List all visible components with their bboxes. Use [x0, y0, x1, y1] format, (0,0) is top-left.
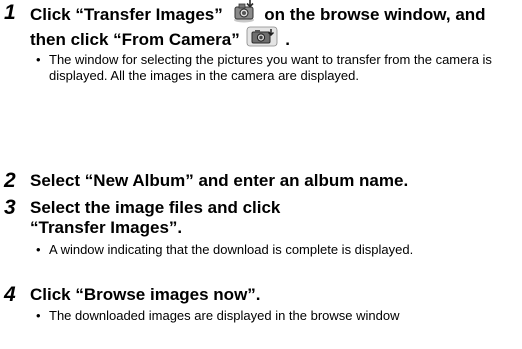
step-heading: Select “New Album” and enter an album na…	[30, 171, 409, 190]
step-bullet: • The window for selecting the pictures …	[36, 52, 516, 84]
bullet-marker: •	[36, 242, 41, 257]
bullet-text: A window indicating that the download is…	[49, 242, 414, 257]
step-heading: Click “Browse images now”.	[30, 285, 261, 304]
step-heading-end: .	[285, 29, 290, 49]
step-number: 3	[4, 196, 16, 219]
bullet-marker: •	[36, 308, 41, 323]
bullet-text: The window for selecting the pictures yo…	[49, 52, 492, 83]
step-number: 4	[4, 283, 16, 306]
step-heading: Click “Transfer Images” on the browse wi…	[30, 0, 520, 53]
bullet-text: The downloaded images are displayed in t…	[49, 308, 400, 323]
step-number: 2	[4, 169, 16, 192]
step-heading-text: Click “Transfer Images”	[30, 4, 223, 24]
step-bullet: • A window indicating that the download …	[36, 242, 516, 258]
bullet-marker: •	[36, 52, 41, 67]
from-camera-icon	[246, 24, 278, 53]
step-bullet: • The downloaded images are displayed in…	[36, 308, 516, 324]
step-number: 1	[4, 1, 16, 24]
step-heading: Select the image files and click “Transf…	[30, 198, 281, 237]
